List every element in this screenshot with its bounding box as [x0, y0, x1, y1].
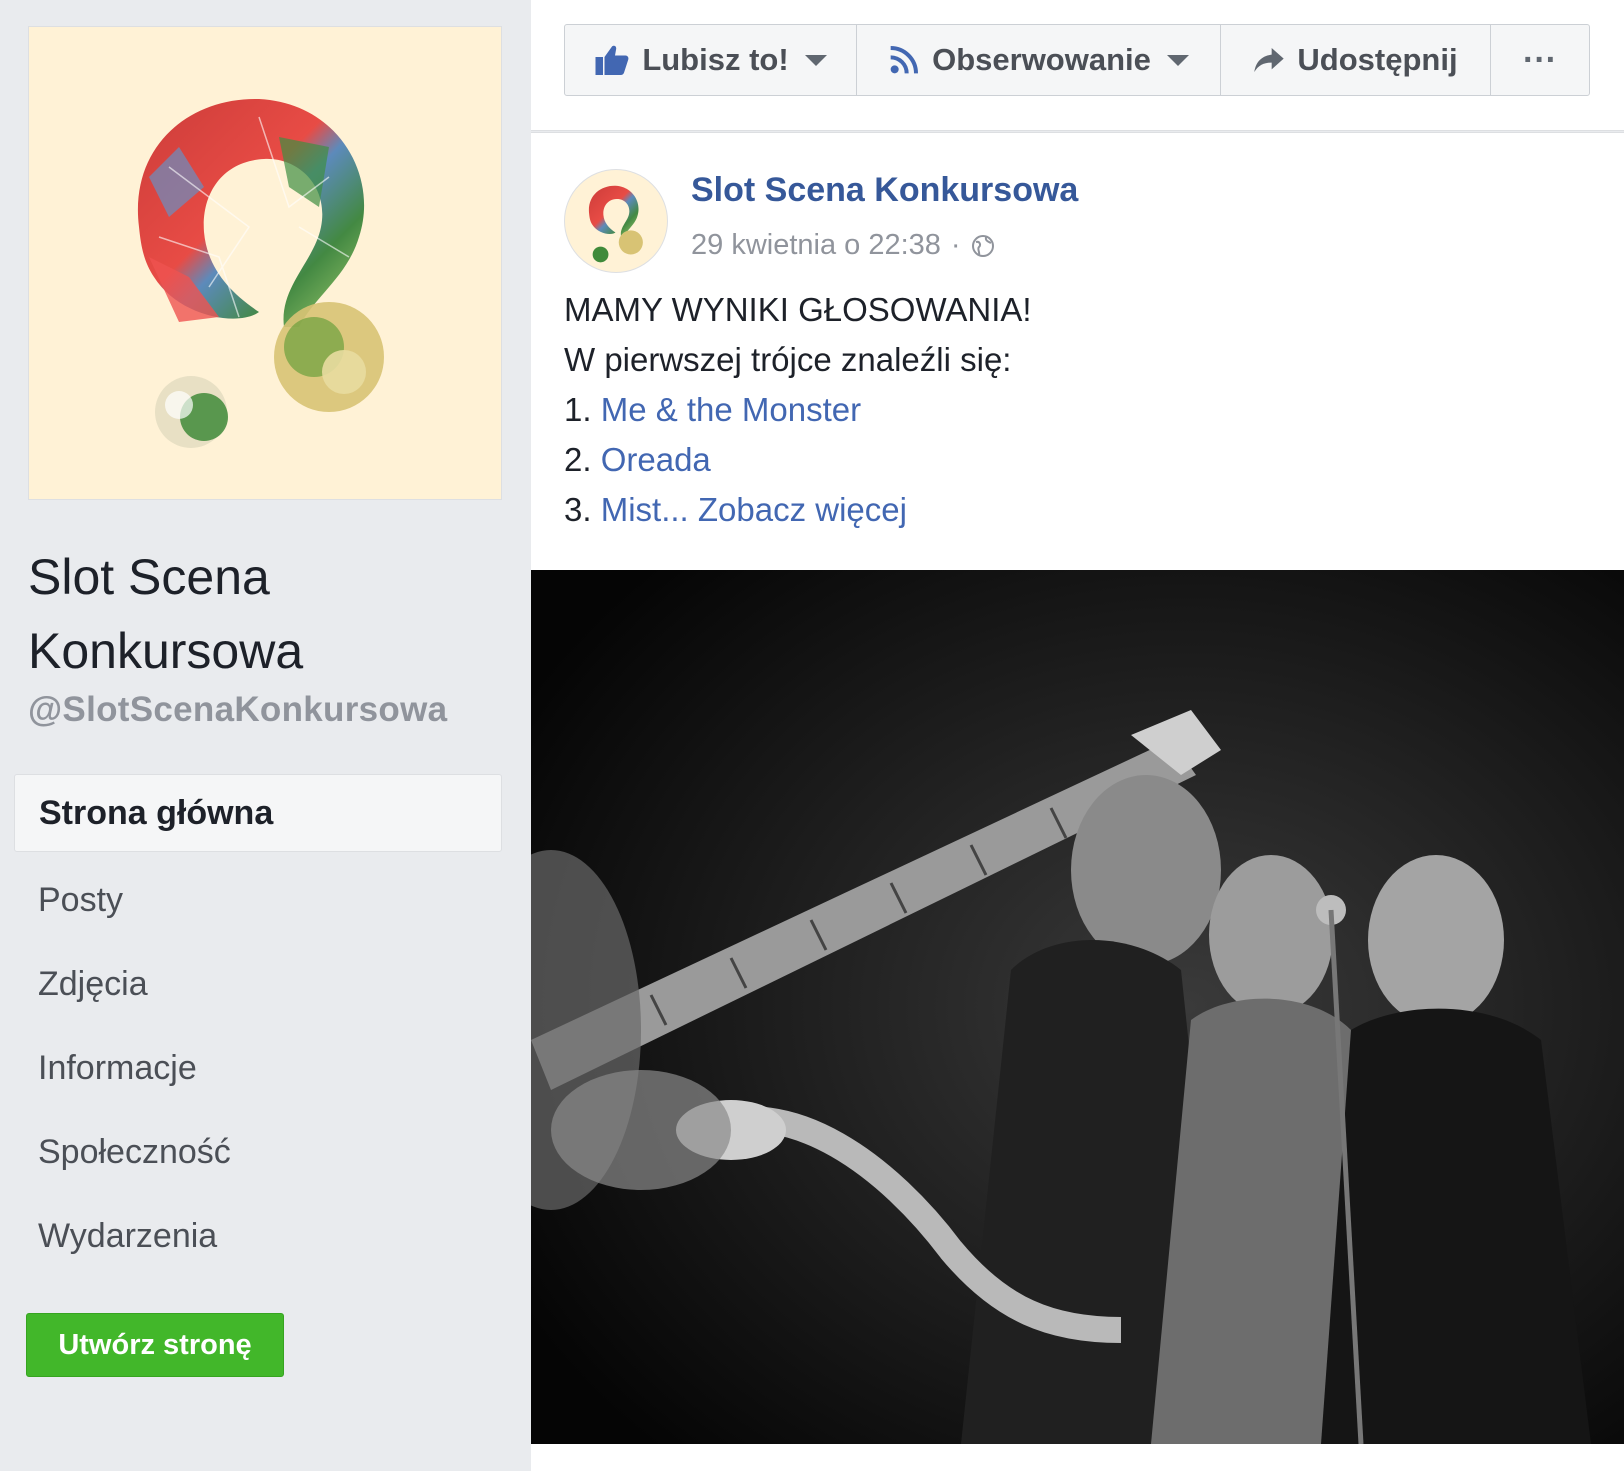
page-username[interactable]: @SlotScenaKonkursowa: [28, 690, 447, 730]
list-number: 1.: [564, 391, 592, 428]
author-avatar[interactable]: [564, 169, 668, 273]
nav-item-photos[interactable]: Zdjęcia: [14, 942, 502, 1026]
page-title[interactable]: Slot Scena Konkursowa: [28, 540, 498, 688]
post-author-link[interactable]: Slot Scena Konkursowa: [691, 171, 1078, 210]
page-action-bar: Lubisz to! Obserwowanie Udostępnij ···: [564, 24, 1590, 96]
band-link-mist[interactable]: Mist...: [601, 491, 689, 528]
main-column: Lubisz to! Obserwowanie Udostępnij ··· S…: [531, 0, 1624, 1471]
post-meta: 29 kwietnia o 22:38 ·: [691, 229, 995, 262]
band-link-me-and-the-monster[interactable]: Me & the Monster: [601, 391, 861, 428]
nav-item-community[interactable]: Społeczność: [14, 1110, 502, 1194]
profile-picture[interactable]: [28, 26, 502, 500]
list-number: 2.: [564, 441, 592, 478]
share-button-label: Udostępnij: [1297, 42, 1458, 77]
post-line-intro: W pierwszej trójce znaleźli się:: [564, 341, 1012, 378]
like-button[interactable]: Lubisz to!: [565, 25, 857, 95]
post-list-item: 3. Mist... Zobacz więcej: [564, 485, 1032, 535]
follow-button[interactable]: Obserwowanie: [857, 25, 1221, 95]
nav-item-events[interactable]: Wydarzenia: [14, 1194, 502, 1278]
create-page-button[interactable]: Utwórz stronę: [26, 1313, 284, 1377]
see-more-link[interactable]: Zobacz więcej: [698, 491, 907, 528]
post-card: Slot Scena Konkursowa 29 kwietnia o 22:3…: [531, 132, 1624, 1471]
logo-artwork: [137, 98, 384, 448]
post-timestamp[interactable]: 29 kwietnia o 22:38: [691, 229, 941, 262]
chevron-down-icon: [804, 54, 827, 66]
chevron-down-icon: [1166, 54, 1189, 66]
rss-icon: [890, 46, 919, 74]
meta-separator: ·: [950, 229, 961, 261]
post-list-item: 1. Me & the Monster: [564, 385, 1032, 435]
page-nav: Strona główna Posty Zdjęcia Informacje S…: [14, 774, 502, 1278]
post-list-item: 2. Oreada: [564, 435, 1032, 485]
list-number: 3.: [564, 491, 592, 528]
follow-button-label: Obserwowanie: [932, 42, 1151, 77]
thumbs-up-icon: [595, 45, 629, 75]
page-title-line1[interactable]: Slot Scena: [28, 540, 498, 614]
page-actions-card: Lubisz to! Obserwowanie Udostępnij ···: [531, 0, 1624, 131]
logo-artwork: [588, 185, 643, 263]
nav-item-about[interactable]: Informacje: [14, 1026, 502, 1110]
post-body: MAMY WYNIKI GŁOSOWANIA! W pierwszej trój…: [564, 285, 1032, 535]
band-photo: [531, 570, 1624, 1444]
post-line-heading: MAMY WYNIKI GŁOSOWANIA!: [564, 291, 1032, 328]
nav-item-home[interactable]: Strona główna: [14, 774, 502, 852]
more-options-button[interactable]: ···: [1491, 25, 1589, 95]
nav-item-posts[interactable]: Posty: [14, 858, 502, 942]
like-button-label: Lubisz to!: [642, 42, 789, 77]
page-title-line2[interactable]: Konkursowa: [28, 614, 498, 688]
share-arrow-icon: [1254, 48, 1285, 72]
left-column: Slot Scena Konkursowa @SlotScenaKonkurso…: [0, 0, 531, 1470]
band-link-oreada[interactable]: Oreada: [601, 441, 711, 478]
globe-icon[interactable]: [971, 234, 995, 258]
post-photo[interactable]: [531, 570, 1624, 1444]
share-button[interactable]: Udostępnij: [1221, 25, 1491, 95]
